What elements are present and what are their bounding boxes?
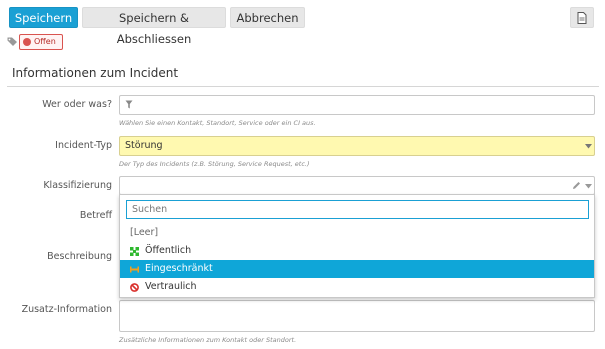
subject-label: Betreff [79,210,112,221]
option-label: [Leer] [130,227,159,238]
status-badge: Offen [19,34,63,50]
incident-type-label: Incident-Typ [55,140,112,151]
classification-select[interactable] [119,176,595,195]
save-button[interactable]: Speichern [9,7,78,28]
option-label: Vertraulich [145,281,197,292]
document-button[interactable] [570,7,594,28]
section-title: Informationen zum Incident [12,66,179,80]
cancel-button[interactable]: Abbrechen [230,7,305,28]
incident-type-value: Störung [125,140,163,151]
tag-icon [7,37,17,46]
classification-dropdown: Suchen [Leer] Öffentlich Eingeschränkt V… [119,194,595,298]
option-restricted[interactable]: Eingeschränkt [120,260,594,278]
classification-label: Klassifizierung [43,180,112,191]
forbidden-icon [130,283,139,292]
save-close-button[interactable]: Speichern & Abschliessen [82,7,226,46]
option-public[interactable]: Öffentlich [120,242,594,260]
dropdown-search-input[interactable]: Suchen [126,200,589,219]
document-icon [577,12,587,24]
chevron-down-icon [585,184,592,189]
pencil-icon [573,182,580,189]
status-label: Offen [34,37,56,46]
extra-info-label: Zusatz-Information [21,304,112,315]
incident-type-hint: Der Typ des Incidents (z.B. Störung, Ser… [119,160,310,168]
extra-info-textarea[interactable] [119,300,595,332]
status-dot-icon [23,38,31,46]
option-confidential[interactable]: Vertraulich [120,278,594,296]
chevron-down-icon [585,144,592,149]
extra-info-hint: Zusätzliche Informationen zum Kontakt od… [119,336,297,344]
who-what-label: Wer oder was? [42,99,112,110]
public-icon [130,247,139,256]
who-what-hint: Wählen Sie einen Kontakt, Standort, Serv… [119,119,316,127]
who-what-input[interactable] [119,95,595,115]
option-empty[interactable]: [Leer] [120,224,594,242]
option-label: Eingeschränkt [145,263,213,274]
description-label: Beschreibung [47,251,112,262]
filter-icon [125,100,133,109]
section-divider [7,86,599,87]
option-label: Öffentlich [145,245,192,256]
incident-type-select[interactable]: Störung [119,136,595,156]
restricted-icon [130,266,139,273]
